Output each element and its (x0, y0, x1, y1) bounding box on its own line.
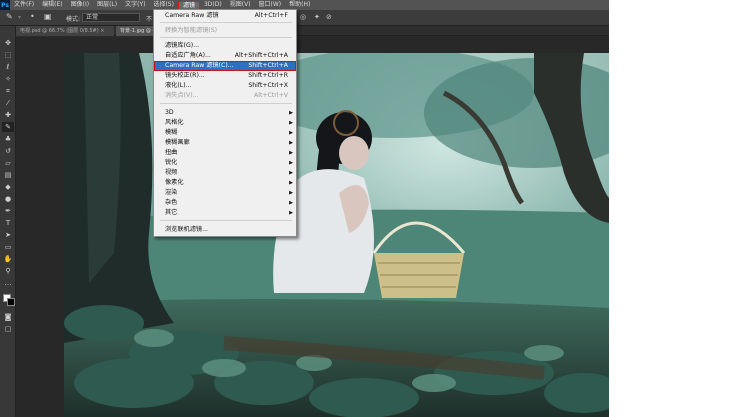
history-brush-tool-icon[interactable]: ↺ (2, 146, 14, 156)
submenu-arrow-icon: ▶ (289, 190, 293, 196)
mode-label: 模式: (66, 16, 81, 23)
dropdown-arrow-icon[interactable]: ▾ (18, 14, 21, 21)
menu-type[interactable]: 文字(Y) (121, 0, 149, 10)
hand-tool-icon[interactable]: ✋ (2, 254, 14, 264)
menu-item-blur-gallery[interactable]: 模糊画廊 ▶ (154, 138, 296, 148)
menu-item-blur[interactable]: 模糊 ▶ (154, 128, 296, 138)
filter-menu: Camera Raw 滤镜 Alt+Ctrl+F 转换为智能滤镜(S) 滤镜库(… (153, 9, 297, 237)
shape-tool-icon[interactable]: ▭ (2, 242, 14, 252)
magic-wand-tool-icon[interactable]: ✧ (2, 74, 14, 84)
path-selection-tool-icon[interactable]: ➤ (2, 230, 14, 240)
submenu-arrow-icon: ▶ (289, 150, 293, 156)
blank-margin (609, 0, 742, 417)
menu-item-stylize[interactable]: 风格化 ▶ (154, 118, 296, 128)
menu-file[interactable]: 文件(F) (10, 0, 38, 10)
menu-separator (160, 37, 292, 38)
menu-item-lens-correction[interactable]: 镜头校正(R)... Shift+Ctrl+R (154, 71, 296, 81)
menu-item-sharpen[interactable]: 锐化 ▶ (154, 158, 296, 168)
menu-separator (160, 103, 292, 104)
brush-tool-icon[interactable]: ✎ (2, 122, 14, 132)
gear-icon[interactable]: ✦ (314, 13, 320, 21)
menu-separator (160, 22, 292, 23)
options-bar: ✎ ▾ • ▣ 模式: 正常 不 ◎ ✦ ⊘ (0, 10, 609, 26)
submenu-arrow-icon: ▶ (289, 200, 293, 206)
submenu-arrow-icon: ▶ (289, 120, 293, 126)
clone-stamp-tool-icon[interactable]: ♣ (2, 134, 14, 144)
submenu-arrow-icon: ▶ (289, 140, 293, 146)
eraser-tool-icon[interactable]: ▱ (2, 158, 14, 168)
airbrush-icon[interactable]: ◎ (300, 13, 306, 21)
submenu-arrow-icon: ▶ (289, 170, 293, 176)
submenu-arrow-icon: ▶ (289, 130, 293, 136)
menu-image[interactable]: 图像(I) (67, 0, 93, 10)
pressure-icon[interactable]: ⊘ (326, 13, 332, 21)
menu-bar: Ps 文件(F) 编辑(E) 图像(I) 图层(L) 文字(Y) 选择(S) 滤… (0, 0, 609, 10)
blur-tool-icon[interactable]: ◆ (2, 182, 14, 192)
eyedropper-tool-icon[interactable]: ⁄ (2, 98, 14, 108)
menu-item-adaptive-wide-angle[interactable]: 自适应广角(A)... Alt+Shift+Ctrl+A (154, 51, 296, 61)
submenu-arrow-icon: ▶ (289, 160, 293, 166)
type-tool-icon[interactable]: T (2, 218, 14, 228)
tab-document-1[interactable]: 电视.psd @ 66.7% (图层 0/8.5#) × (16, 26, 114, 36)
menu-item-convert-smart-filter: 转换为智能滤镜(S) (165, 27, 218, 34)
healing-brush-tool-icon[interactable]: ✚ (2, 110, 14, 120)
menu-item-filter-gallery[interactable]: 滤镜库(G)... (154, 41, 296, 51)
brush-tool-icon[interactable]: ✎ (6, 12, 13, 21)
menu-item-video[interactable]: 视频 ▶ (154, 168, 296, 178)
menu-item-liquify[interactable]: 液化(L)... Shift+Ctrl+X (154, 81, 296, 91)
screen-mode-icon[interactable]: ▢ (2, 324, 14, 334)
marquee-tool-icon[interactable]: ⬚ (2, 50, 14, 60)
menu-item-camera-raw-filter[interactable]: Camera Raw 滤镜(C)... Shift+Ctrl+A (154, 61, 296, 71)
gradient-tool-icon[interactable]: ▤ (2, 170, 14, 180)
mode-value: 正常 (86, 14, 99, 21)
pen-tool-icon[interactable]: ✒ (2, 206, 14, 216)
photoshop-window: Ps 文件(F) 编辑(E) 图像(I) 图层(L) 文字(Y) 选择(S) 滤… (0, 0, 609, 417)
dodge-tool-icon[interactable]: ● (2, 194, 14, 204)
menu-item-distort[interactable]: 扭曲 ▶ (154, 148, 296, 158)
background-color-swatch[interactable] (7, 298, 15, 306)
brush-size-preview[interactable]: • (30, 12, 35, 21)
zoom-tool-icon[interactable]: ⚲ (2, 266, 14, 276)
tools-panel: ✥ ⬚ ℓ ✧ ⌗ ⁄ ✚ ✎ ♣ ↺ ▱ ▤ ◆ ● ✒ T ➤ ▭ ✋ ⚲ … (0, 26, 16, 417)
submenu-arrow-icon: ▶ (289, 110, 293, 116)
menu-item-browse-online-filters[interactable]: 浏览联机滤镜... (154, 225, 296, 235)
quick-mask-icon[interactable]: ◙ (2, 312, 14, 322)
brush-panel-icon[interactable]: ▣ (44, 12, 52, 21)
photo-canvas[interactable] (64, 53, 609, 417)
menu-item-vanishing-point: 消失点(V)... Alt+Ctrl+V (165, 92, 288, 99)
mode-select[interactable]: 正常 (82, 13, 140, 22)
submenu-arrow-icon: ▶ (289, 180, 293, 186)
menu-layer[interactable]: 图层(L) (93, 0, 121, 10)
menu-item-noise[interactable]: 杂色 ▶ (154, 198, 296, 208)
move-tool-icon[interactable]: ✥ (2, 38, 14, 48)
photoshop-logo: Ps (0, 0, 10, 10)
menu-item-render[interactable]: 渲染 ▶ (154, 188, 296, 198)
submenu-arrow-icon: ▶ (289, 210, 293, 216)
menu-item-other[interactable]: 其它 ▶ (154, 208, 296, 218)
photo-image (64, 53, 609, 417)
menu-item-camera-raw-last[interactable]: Camera Raw 滤镜 Alt+Ctrl+F (154, 11, 296, 21)
menu-edit[interactable]: 编辑(E) (38, 0, 66, 10)
more-tools-icon[interactable]: … (2, 278, 14, 288)
menu-item-3d[interactable]: 3D ▶ (154, 108, 296, 118)
document-tabs: 电视.psd @ 66.7% (图层 0/8.5#) × 背景-1.jpg @ … (16, 26, 609, 36)
crop-tool-icon[interactable]: ⌗ (2, 86, 14, 96)
lasso-tool-icon[interactable]: ℓ (2, 62, 14, 72)
menu-separator (160, 220, 292, 221)
menu-item-pixelate[interactable]: 像素化 ▶ (154, 178, 296, 188)
opacity-label: 不 (146, 16, 153, 23)
